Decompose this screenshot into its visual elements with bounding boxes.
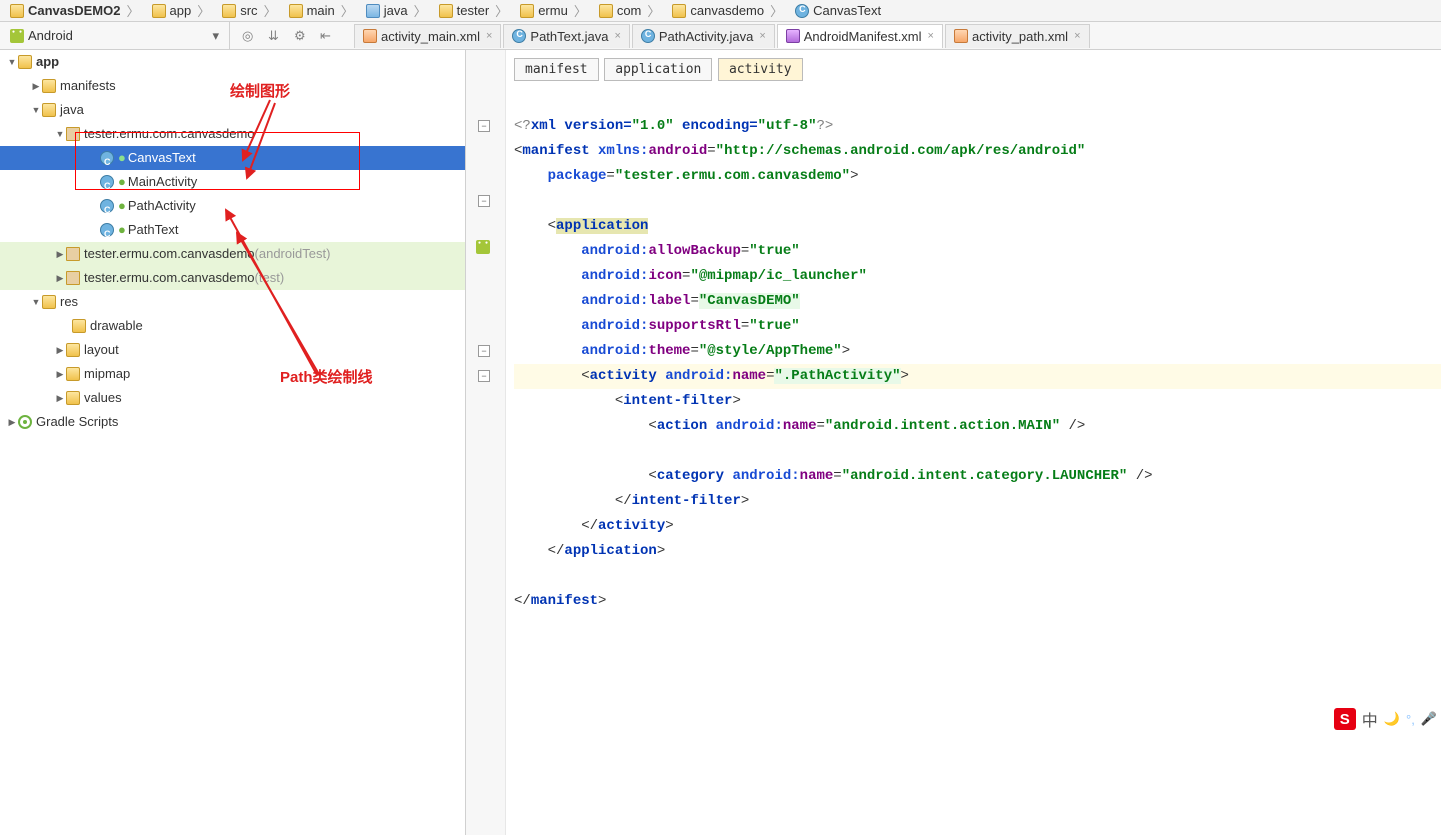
fold-icon[interactable]: − [478, 370, 490, 382]
target-icon[interactable]: ◎ [242, 28, 258, 44]
crumb-application[interactable]: application [604, 58, 712, 81]
close-icon[interactable]: × [759, 30, 765, 42]
tab-pathactivity[interactable]: PathActivity.java× [632, 24, 775, 48]
android-icon [10, 29, 24, 43]
variant-selector[interactable]: Android ▾ [0, 22, 230, 49]
editor-tabs: activity_main.xml× PathText.java× PathAc… [348, 22, 1441, 49]
code-editor: − − − − manifest application activity <?… [466, 50, 1441, 835]
tree-manifests[interactable]: manifests [0, 74, 465, 98]
bc-app[interactable]: app [146, 1, 217, 20]
tree-pkg1[interactable]: tester.ermu.com.canvasdemo [0, 122, 465, 146]
bc-ermu[interactable]: ermu [514, 1, 593, 20]
tree-mipmap[interactable]: mipmap [0, 362, 465, 386]
moon-icon[interactable]: 🌙 [1384, 711, 1400, 727]
mic-icon[interactable]: 🎤 [1421, 711, 1437, 727]
bc-canvasdemo2[interactable]: CanvasDEMO2 [4, 1, 146, 20]
gear-icon[interactable]: ⚙ [294, 28, 310, 44]
tree-res[interactable]: res [0, 290, 465, 314]
xml-icon [363, 29, 377, 43]
tree-pkg-test[interactable]: tester.ermu.com.canvasdemo (test) [0, 266, 465, 290]
crumb-manifest[interactable]: manifest [514, 58, 599, 81]
crumb-activity[interactable]: activity [718, 58, 803, 81]
bc-java[interactable]: java [360, 1, 433, 20]
close-icon[interactable]: × [614, 30, 620, 42]
tab-activity-main[interactable]: activity_main.xml× [354, 24, 501, 48]
hide-icon[interactable]: ⇤ [320, 28, 336, 44]
tree-java[interactable]: java [0, 98, 465, 122]
ime-lang[interactable]: 中 [1362, 707, 1378, 731]
close-icon[interactable]: × [928, 30, 934, 42]
android-gutter-icon [476, 240, 490, 254]
punct-icon[interactable]: °, [1406, 712, 1415, 727]
tree-mainactivity[interactable]: ●MainActivity [0, 170, 465, 194]
tree-pkg-androidtest[interactable]: tester.ermu.com.canvasdemo (androidTest) [0, 242, 465, 266]
close-icon[interactable]: × [1074, 30, 1080, 42]
tree-canvastext[interactable]: ●CanvasText [0, 146, 465, 170]
gutter: − − − − [466, 50, 506, 835]
tree-app[interactable]: app [0, 50, 465, 74]
bc-canvasdemo[interactable]: canvasdemo [666, 1, 789, 20]
toolbar: Android ▾ ◎ ⇊ ⚙ ⇤ activity_main.xml× Pat… [0, 22, 1441, 50]
class-icon [512, 29, 526, 43]
tree-gradle[interactable]: Gradle Scripts [0, 410, 465, 434]
variant-label: Android [28, 28, 73, 43]
bc-src[interactable]: src [216, 1, 282, 20]
bc-canvastext[interactable]: CanvasText [789, 3, 893, 18]
manifest-icon [786, 29, 800, 43]
breadcrumb: CanvasDEMO2 app src main java tester erm… [0, 0, 1441, 22]
fold-icon[interactable]: − [478, 120, 490, 132]
project-tree: app manifests java tester.ermu.com.canva… [0, 50, 466, 835]
tree-pathactivity[interactable]: ●PathActivity [0, 194, 465, 218]
tree-values[interactable]: values [0, 386, 465, 410]
tab-pathtext[interactable]: PathText.java× [503, 24, 629, 48]
collapse-icon[interactable]: ⇊ [268, 28, 284, 44]
code-breadcrumbs: manifest application activity [506, 50, 1441, 89]
close-icon[interactable]: × [486, 30, 492, 42]
tree-drawable[interactable]: drawable [0, 314, 465, 338]
bc-main[interactable]: main [283, 1, 360, 20]
tab-androidmanifest[interactable]: AndroidManifest.xml× [777, 24, 943, 48]
tree-pathtext[interactable]: ●PathText [0, 218, 465, 242]
tree-layout[interactable]: layout [0, 338, 465, 362]
code-area[interactable]: <?xml version="1.0" encoding="utf-8"?> <… [506, 89, 1441, 639]
xml-icon [954, 29, 968, 43]
fold-icon[interactable]: − [478, 195, 490, 207]
class-icon [641, 29, 655, 43]
bc-tester[interactable]: tester [433, 1, 515, 20]
ime-logo-icon: S [1334, 708, 1356, 730]
ime-toolbar[interactable]: S 中 🌙 °, 🎤 [1330, 703, 1441, 735]
tab-activity-path[interactable]: activity_path.xml× [945, 24, 1090, 48]
fold-icon[interactable]: − [478, 345, 490, 357]
chevron-down-icon: ▾ [212, 28, 219, 44]
bc-com[interactable]: com [593, 1, 667, 20]
